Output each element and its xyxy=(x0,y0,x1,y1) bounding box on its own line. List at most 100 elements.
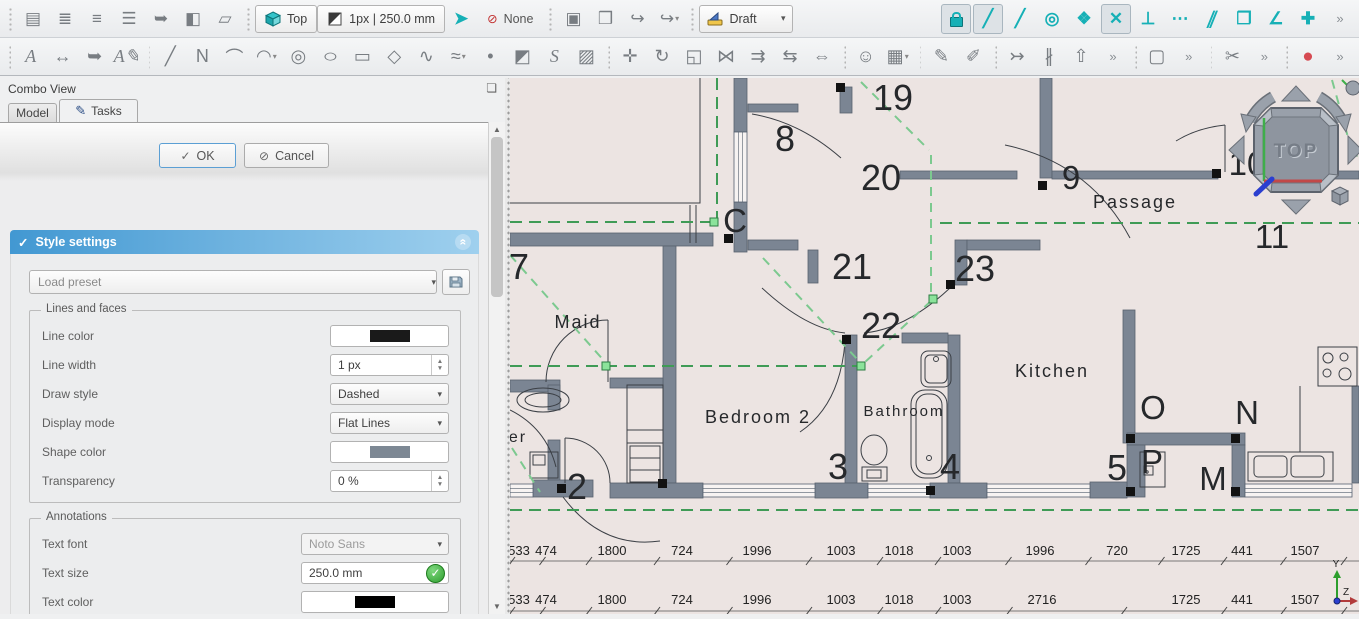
macro-overflow-icon[interactable]: » xyxy=(1325,42,1355,72)
layer-manager-icon[interactable]: ☰ xyxy=(114,4,144,34)
stretch-icon[interactable]: ⇔ xyxy=(807,42,837,72)
export-icon[interactable]: ↪ xyxy=(622,4,652,34)
mirror-icon[interactable]: ⋈ xyxy=(711,42,741,72)
edit-overflow-icon[interactable]: » xyxy=(1249,42,1279,72)
circle-icon[interactable]: ◎ xyxy=(283,42,313,72)
shapestring-icon[interactable]: S xyxy=(539,42,569,72)
spin-buttons[interactable]: ▲▼ xyxy=(431,355,448,375)
modify-overflow-icon[interactable]: » xyxy=(1098,42,1128,72)
navcube-up-arrow[interactable] xyxy=(1282,86,1310,101)
folder-icon[interactable]: ❒ xyxy=(590,4,620,34)
move-icon[interactable]: ✛ xyxy=(615,42,645,72)
layer-group-icon[interactable]: ≡ xyxy=(82,4,112,34)
split-icon[interactable]: ∦ xyxy=(1034,42,1064,72)
bezier-icon[interactable]: ≈▾ xyxy=(443,42,473,72)
shape-color-control[interactable] xyxy=(330,441,449,463)
3d-viewport[interactable]: 78192091011C2123222345PMONMaidPassageKit… xyxy=(510,78,1359,614)
snap-endpoint-icon[interactable]: ╱ xyxy=(973,4,1003,34)
scale-icon[interactable]: ◱ xyxy=(679,42,709,72)
snap-perpendicular-icon[interactable]: ⊥ xyxy=(1133,4,1163,34)
fillet-icon[interactable]: ⌒ xyxy=(219,42,249,72)
autogroup-button[interactable]: ⊘None xyxy=(477,5,543,33)
hatch-icon[interactable]: ▨ xyxy=(571,42,601,72)
panel-scrollbar[interactable]: ▲ ▼ xyxy=(488,122,505,614)
toolbar-overflow-icon[interactable]: » xyxy=(1325,4,1355,34)
scroll-up-icon[interactable]: ▲ xyxy=(489,125,505,134)
arc-icon[interactable]: ◠▾ xyxy=(251,42,281,72)
setting-row: Text size250.0 mm✓ xyxy=(42,562,449,584)
cut-icon[interactable]: ✂ xyxy=(1217,42,1247,72)
ellipse-icon[interactable]: ○ xyxy=(315,42,345,72)
offset-icon[interactable]: ⇉ xyxy=(743,42,773,72)
snap-near-icon[interactable]: ⋯ xyxy=(1165,4,1195,34)
heal-icon[interactable]: ➤ xyxy=(446,4,476,34)
style-settings-header[interactable]: ✓ Style settings « xyxy=(10,230,479,254)
snap-lock-icon[interactable] xyxy=(941,4,971,34)
draw-style-control[interactable]: Dashed▾ xyxy=(330,383,449,405)
dimension-icon[interactable]: ↔ xyxy=(48,42,78,72)
spin-buttons[interactable]: ▲▼ xyxy=(431,471,448,491)
text-size-control[interactable]: 250.0 mm✓ xyxy=(301,562,449,584)
scroll-down-icon[interactable]: ▼ xyxy=(489,602,505,611)
bspline-icon[interactable]: ∿ xyxy=(411,42,441,72)
array-icon[interactable]: ▦▾ xyxy=(883,42,913,72)
snap-grid-icon[interactable]: ✚ xyxy=(1293,4,1323,34)
tab-model[interactable]: Model xyxy=(8,103,57,122)
polygon-icon[interactable]: ◇ xyxy=(379,42,409,72)
navcube-right-arrow[interactable] xyxy=(1348,136,1359,164)
snap-intersection-icon[interactable]: ✕ xyxy=(1101,4,1131,34)
move-to-group-icon[interactable]: ➥ xyxy=(146,4,176,34)
snap-midpoint-icon[interactable]: ╱ xyxy=(1005,4,1035,34)
line-color-control[interactable] xyxy=(330,325,449,347)
point-icon[interactable]: • xyxy=(475,42,505,72)
text-color-control[interactable] xyxy=(301,591,449,613)
snap-extension-icon[interactable]: ❐ xyxy=(1229,4,1259,34)
navcube-sphere[interactable] xyxy=(1346,81,1359,95)
snap-center-icon[interactable]: ◎ xyxy=(1037,4,1067,34)
line-icon[interactable]: ╱ xyxy=(155,42,185,72)
draft-to-sketch-icon[interactable]: ✎ xyxy=(926,42,956,72)
navcube-down-arrow[interactable] xyxy=(1282,200,1310,214)
join-icon[interactable]: ↣ xyxy=(1002,42,1032,72)
text-icon[interactable]: A xyxy=(16,42,46,72)
trimex-icon[interactable]: ⇆ xyxy=(775,42,805,72)
line-width-control[interactable]: 1 px▲▼ xyxy=(330,354,449,376)
rectangle-icon[interactable]: ▭ xyxy=(347,42,377,72)
annotation-styles-icon[interactable]: A✎ xyxy=(112,42,142,72)
load-preset-combo[interactable]: Load preset ▾ xyxy=(29,270,437,294)
snap-angle-icon[interactable]: ❖ xyxy=(1069,4,1099,34)
working-plane-button[interactable]: Top xyxy=(255,5,317,33)
record-macro-icon[interactable]: ● xyxy=(1293,42,1323,72)
display-mode-control[interactable]: Flat Lines▾ xyxy=(330,412,449,434)
scrollbar-thumb[interactable] xyxy=(491,137,503,297)
snap-special-icon[interactable]: ∠ xyxy=(1261,4,1291,34)
text-font-control[interactable]: Noto Sans▾ xyxy=(301,533,449,555)
line-style-button[interactable]: 1px | 250.0 mm xyxy=(317,5,445,33)
export-alt-icon[interactable]: ↪▾ xyxy=(654,4,684,34)
navcube-iso-cube[interactable] xyxy=(1332,187,1348,205)
cancel-button[interactable]: ⊘ Cancel xyxy=(244,143,329,168)
rotate-icon[interactable]: ↻ xyxy=(647,42,677,72)
undock-icon[interactable]: ❏ xyxy=(486,81,497,95)
transparency-control[interactable]: 0 %▲▼ xyxy=(330,470,449,492)
facebinder-icon[interactable]: ◩ xyxy=(507,42,537,72)
selection-overflow-icon[interactable]: » xyxy=(1174,42,1204,72)
working-plane-proxy-icon[interactable]: ▱ xyxy=(210,4,240,34)
tab-tasks[interactable]: ✎ Tasks xyxy=(59,99,138,122)
label-icon[interactable]: ➥ xyxy=(80,42,110,72)
ok-button[interactable]: ✓ OK xyxy=(159,143,236,168)
selection-box-icon[interactable]: ▢ xyxy=(1142,42,1172,72)
sketch-to-draft-icon[interactable]: ✐ xyxy=(958,42,988,72)
clone-icon[interactable]: ☺ xyxy=(851,42,881,72)
snap-parallel-icon[interactable]: ∥ xyxy=(1197,4,1227,34)
collapse-icon[interactable]: « xyxy=(455,234,471,250)
dimension-value: 1003 xyxy=(943,592,972,607)
select-group-icon[interactable]: ◧ xyxy=(178,4,208,34)
shape-icon[interactable]: ▣ xyxy=(558,4,588,34)
workbench-selector[interactable]: Draft▾ xyxy=(699,5,793,33)
layers-icon[interactable]: ▤ xyxy=(18,4,48,34)
upgrade-icon[interactable]: ⇧ xyxy=(1066,42,1096,72)
polyline-icon[interactable]: N xyxy=(187,42,217,72)
save-preset-button[interactable] xyxy=(442,269,470,295)
add-layer-icon[interactable]: ≣ xyxy=(50,4,80,34)
